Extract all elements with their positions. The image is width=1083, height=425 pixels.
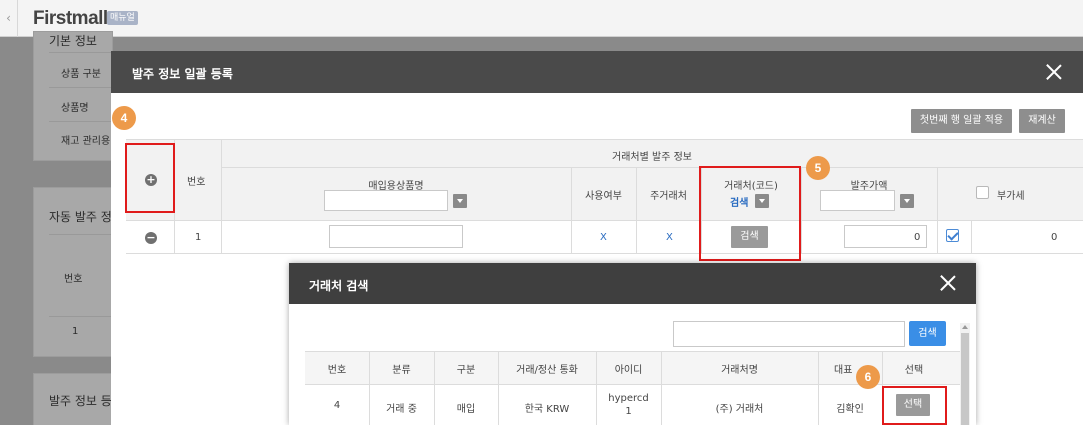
col-use: 사용여부 <box>585 191 622 202</box>
col-select: 선택 <box>904 365 924 376</box>
row-number: 1 <box>195 232 202 243</box>
col-number: 번호 <box>327 365 347 376</box>
use-value[interactable]: X <box>600 232 607 243</box>
group-header-vendor-order: 거래처별 발주 정보 <box>612 152 692 163</box>
order-info-title: 발주 정보 등 <box>49 394 112 408</box>
vat-value: 0 <box>1051 232 1058 243</box>
row-label-product-type: 상품 구분 <box>61 69 101 80</box>
col-id: 아이디 <box>614 365 643 376</box>
manual-badge[interactable]: 매뉴얼 <box>107 11 138 25</box>
vendor-search-submit-button[interactable]: 검색 <box>909 321 946 346</box>
highlight-vendor-column <box>699 166 801 261</box>
vendor-search-title: 거래처 검색 <box>309 279 369 293</box>
brand-logo: Firstmall <box>33 8 108 29</box>
col-number: 번호 <box>187 177 206 188</box>
basic-info-panel: 기본 정보 상품 구분 상품명 재고 관리용 <box>33 31 114 161</box>
scrollbar-thumb[interactable] <box>961 333 969 425</box>
col-currency: 거래/정산 통화 <box>516 365 578 376</box>
main-vendor-value[interactable]: X <box>666 232 673 243</box>
order-info-panel: 발주 정보 등 <box>33 373 113 425</box>
row-currency: 한국 KRW <box>524 404 570 415</box>
vendor-search-modal: 거래처 검색 검색 번호 분류 구분 거래/정산 통화 아이디 거래처명 대표 … <box>289 263 976 425</box>
vendor-search-header: 거래처 검색 <box>289 263 976 304</box>
row-vendor-name: (주) 거래처 <box>715 404 764 415</box>
order-price-value: 0 <box>914 232 921 243</box>
step-5-badge: 5 <box>806 156 830 180</box>
purchase-name-filter-input[interactable] <box>324 190 448 211</box>
scroll-up-icon[interactable] <box>962 325 968 329</box>
divider <box>49 87 114 88</box>
row-type: 매입 <box>456 404 476 415</box>
back-arrow-icon[interactable]: ‹ <box>0 0 18 37</box>
col-type: 구분 <box>456 365 476 376</box>
divider <box>49 52 114 53</box>
col-vendor-name: 거래처명 <box>721 365 758 376</box>
divider <box>49 316 114 317</box>
step-4-badge: 4 <box>112 106 136 130</box>
row-category: 거래 중 <box>386 404 417 415</box>
basic-info-title: 기본 정보 <box>49 34 97 48</box>
highlight-add-row <box>125 143 175 213</box>
remove-row-icon[interactable]: − <box>145 232 157 244</box>
purchase-name-input[interactable] <box>329 225 463 248</box>
modal-header: 발주 정보 일괄 등록 <box>111 51 1083 93</box>
vat-checkbox[interactable] <box>946 229 959 242</box>
divider <box>49 234 114 235</box>
row-label-product-name: 상품명 <box>61 103 89 114</box>
col-category: 분류 <box>392 365 411 376</box>
apply-first-row-button[interactable]: 첫번째 행 일괄 적용 <box>911 109 1012 133</box>
close-icon[interactable] <box>940 275 956 291</box>
row-number: 1 <box>72 326 79 337</box>
recalculate-button[interactable]: 재계산 <box>1019 109 1065 133</box>
num-header: 번호 <box>64 274 83 285</box>
auto-order-title: 자동 발주 정 <box>49 210 112 224</box>
chevron-down-icon[interactable] <box>453 194 467 208</box>
order-price-filter-input[interactable] <box>820 190 895 211</box>
auto-order-panel: 자동 발주 정 번호 1 <box>33 187 114 357</box>
top-bar: ‹ Firstmall 매뉴얼 <box>0 0 1083 37</box>
chevron-down-icon[interactable] <box>900 194 914 208</box>
step-6-badge: 6 <box>856 365 880 389</box>
vendor-search-input[interactable] <box>673 321 905 347</box>
row-id: hypercd 1 <box>608 393 649 417</box>
scrollbar[interactable] <box>960 323 970 425</box>
vat-header-checkbox[interactable] <box>976 186 989 199</box>
divider <box>49 121 114 122</box>
modal-title: 발주 정보 일괄 등록 <box>132 67 233 81</box>
close-icon[interactable] <box>1046 64 1062 80</box>
row-label-stock: 재고 관리용 <box>61 136 111 147</box>
row-ceo: 김확인 <box>836 404 864 415</box>
highlight-select-button <box>882 386 947 425</box>
row-number: 4 <box>333 400 341 411</box>
col-vat: 부가세 <box>997 191 1025 202</box>
col-main-vendor: 주거래처 <box>650 191 687 202</box>
